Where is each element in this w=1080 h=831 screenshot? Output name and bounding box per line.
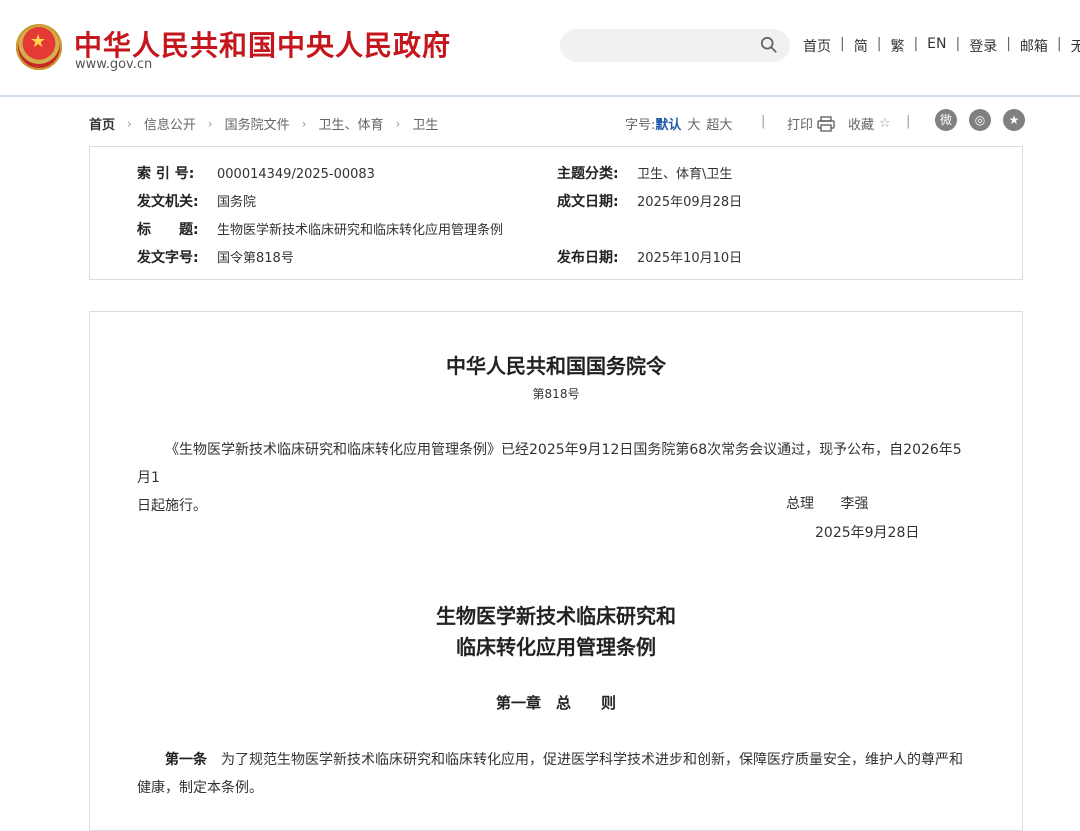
article-1: 第一条 为了规范生物医学新技术临床研究和临床转化应用，促进医学科学技术进步和创新… <box>137 752 963 796</box>
regulation-title-line-1: 生物医学新技术临床研究和 <box>436 604 676 628</box>
printer-icon <box>817 115 835 132</box>
font-size-control: 字号: 默认 大 超大 <box>625 114 732 133</box>
nav-login[interactable]: 登录 <box>969 36 997 56</box>
order-number: 第818号 <box>532 387 580 401</box>
nav-mail[interactable]: 邮箱 <box>1020 36 1048 56</box>
breadcrumb-health-sports[interactable]: 卫生、体育 <box>318 114 383 133</box>
article-label: 第一条 <box>165 752 207 768</box>
weibo-share-icon[interactable]: 微 <box>935 109 957 131</box>
nav-accessibility[interactable]: 无障 <box>1071 36 1080 56</box>
font-size-xlarge[interactable]: 超大 <box>706 114 732 133</box>
meta-created: 成文日期: 2025年09月28日 <box>557 194 743 210</box>
breadcrumb-state-council-docs[interactable]: 国务院文件 <box>225 114 290 133</box>
breadcrumb-health[interactable]: 卫生 <box>412 114 438 133</box>
favorite-button[interactable]: 收藏 ☆ <box>848 114 891 133</box>
meta-published: 发布日期: 2025年10月10日 <box>557 250 743 266</box>
font-size-default[interactable]: 默认 <box>655 114 681 133</box>
nav-home[interactable]: 首页 <box>803 36 831 56</box>
chevron-right-icon: › <box>127 116 132 131</box>
nav-simplified[interactable]: 简 <box>854 36 868 56</box>
print-label: 打印 <box>787 118 814 133</box>
signer: 总理 李强 <box>786 496 869 512</box>
breadcrumb: 首页 › 信息公开 › 国务院文件 › 卫生、体育 › 卫生 <box>89 114 438 134</box>
chevron-right-icon: › <box>207 116 213 131</box>
site-header: 中华人民共和国中央人民政府 www.gov.cn 首页| 简| 繁| EN| 登… <box>0 0 1080 97</box>
star-icon: ☆ <box>879 116 891 131</box>
chevron-right-icon: › <box>395 116 401 131</box>
nav-traditional[interactable]: 繁 <box>890 36 904 56</box>
page-toolbar: 首页 › 信息公开 › 国务院文件 › 卫生、体育 › 卫生 字号: 默认 大 … <box>0 97 1080 149</box>
wechat-share-icon[interactable]: ◎ <box>969 109 991 131</box>
search-input[interactable] <box>560 29 790 62</box>
document-content: 中华人民共和国国务院令 第818号 《生物医学新技术临床研究和临床转化应用管理条… <box>89 311 1023 831</box>
meta-title: 标 题: 生物医学新技术临床研究和临床转化应用管理条例 <box>137 222 504 238</box>
national-emblem-icon[interactable] <box>16 24 62 70</box>
nav-english[interactable]: EN <box>927 36 946 56</box>
favorite-label: 收藏 <box>848 118 875 133</box>
toolbar-divider: | <box>906 114 911 129</box>
font-size-large[interactable]: 大 <box>687 114 700 133</box>
order-title: 中华人民共和国国务院令 <box>446 354 666 378</box>
meta-doc-number: 发文字号: 国令第818号 <box>137 250 294 266</box>
breadcrumb-home[interactable]: 首页 <box>89 114 115 133</box>
print-button[interactable]: 打印 <box>787 114 835 133</box>
meta-index: 索 引 号: 000014349/2025-00083 <box>137 166 375 182</box>
toolbar-divider: | <box>761 114 766 129</box>
document-metadata: 索 引 号: 000014349/2025-00083 主题分类: 卫生、体育\卫生… <box>89 146 1023 280</box>
site-domain: www.gov.cn <box>75 57 153 72</box>
chevron-right-icon: › <box>301 116 307 131</box>
favorite-share-icon[interactable]: ★ <box>1003 109 1025 131</box>
sign-date: 2025年9月28日 <box>815 525 920 541</box>
top-nav: 首页| 简| 繁| EN| 登录| 邮箱| 无障 <box>803 36 1080 56</box>
meta-issuer: 发文机关: 国务院 <box>137 194 257 210</box>
breadcrumb-info-open[interactable]: 信息公开 <box>144 114 196 133</box>
search-icon[interactable] <box>760 36 778 54</box>
chapter-heading: 第一章 总 则 <box>495 694 616 712</box>
meta-topic: 主题分类: 卫生、体育\卫生 <box>557 166 733 182</box>
font-size-label: 字号: <box>625 118 656 133</box>
regulation-title-line-2: 临床转化应用管理条例 <box>456 635 656 659</box>
